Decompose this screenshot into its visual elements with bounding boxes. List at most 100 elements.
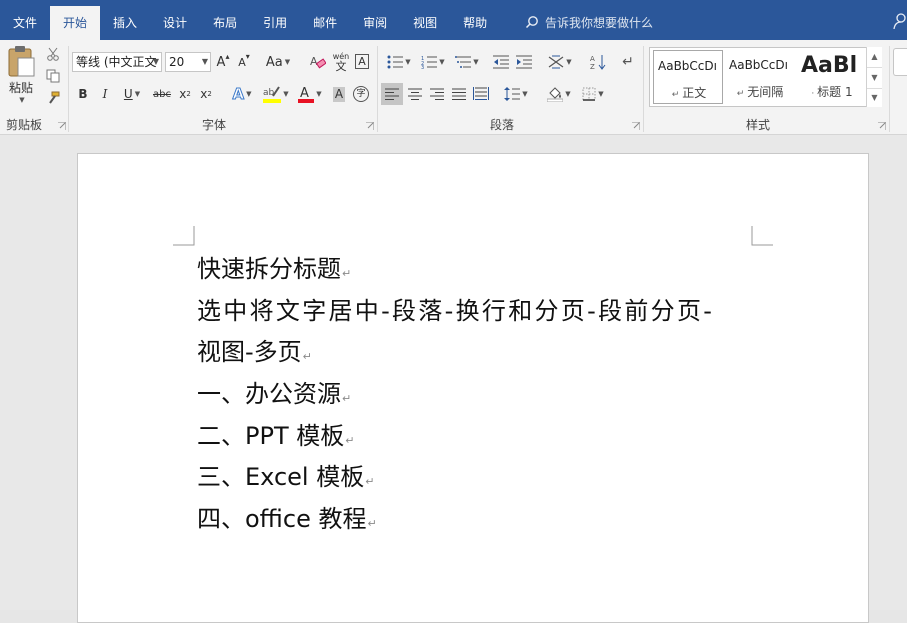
outdent-icon: [493, 55, 509, 69]
strikethrough-button[interactable]: abc: [151, 84, 173, 104]
tab-design[interactable]: 设计: [150, 6, 200, 40]
bordered-a-icon: A: [355, 53, 369, 69]
style-sample: AaBbCcDı: [658, 59, 717, 73]
clipboard-launcher-icon[interactable]: [58, 122, 66, 130]
align-left-button[interactable]: [381, 83, 403, 105]
justify-button[interactable]: [448, 83, 470, 105]
tell-me-search[interactable]: 告诉我你想要做什么: [525, 8, 653, 36]
tab-view[interactable]: 视图: [400, 6, 450, 40]
document-line[interactable]: 二、PPT 模板↵: [197, 416, 714, 458]
document-line[interactable]: 视图-多页↵: [197, 332, 714, 374]
character-shading-button[interactable]: A: [330, 84, 348, 104]
phonetic-guide-button[interactable]: wén 文: [331, 50, 351, 74]
group-divider: [68, 46, 69, 132]
chevron-down-icon: ▼: [201, 57, 208, 66]
sort-az-icon: AZ: [590, 55, 606, 70]
shrink-font-button[interactable]: A ▾: [235, 52, 253, 72]
change-case-button[interactable]: Aa ▼: [262, 52, 294, 72]
bold-button[interactable]: B: [74, 84, 92, 104]
bullets-button[interactable]: ▼: [383, 52, 415, 72]
document-line[interactable]: 四、office 教程↵: [197, 499, 714, 541]
style-name: · 标题 1: [811, 85, 853, 99]
font-size-value: 20: [169, 55, 185, 69]
document-body[interactable]: 快速拆分标题↵ 选中将文字居中-段落-换行和分页-段前分页- 视图-多页↵ 一、…: [197, 249, 714, 541]
chevron-down-icon: ▼: [566, 58, 572, 66]
tab-layout[interactable]: 布局: [200, 6, 250, 40]
italic-button[interactable]: I: [96, 84, 114, 104]
scroll-up-icon[interactable]: ▲: [867, 47, 882, 67]
user-icon[interactable]: [893, 13, 907, 29]
grow-font-button[interactable]: A ▴: [214, 52, 232, 72]
tell-me-label: 告诉我你想要做什么: [545, 15, 654, 30]
highlight-color-button[interactable]: ab ▼: [260, 82, 292, 106]
enclose-characters-button[interactable]: 字: [351, 84, 371, 104]
chevron-down-icon: ▼: [152, 57, 159, 66]
underline-button[interactable]: U ▼: [118, 84, 146, 104]
sort-button[interactable]: AZ: [588, 52, 608, 72]
document-line[interactable]: 三、Excel 模板↵: [197, 457, 714, 499]
tab-help[interactable]: 帮助: [450, 6, 500, 40]
style-sample: AaBbCcDı: [729, 58, 788, 72]
enclosed-character-icon: 字: [353, 86, 369, 102]
chinese-layout-icon: [548, 55, 564, 69]
font-name-combo[interactable]: 等线 (中文正文 ▼: [72, 52, 162, 72]
chevron-down-icon: ▼: [283, 90, 289, 98]
svg-text:ab: ab: [263, 88, 275, 98]
show-formatting-marks-button[interactable]: ↵: [618, 52, 638, 72]
tab-references[interactable]: 引用: [250, 6, 300, 40]
paragraph-mark: ↵: [367, 517, 377, 531]
tab-insert[interactable]: 插入: [100, 6, 150, 40]
style-name: ↵ 正文: [671, 86, 707, 100]
numbering-button[interactable]: 123 ▼: [417, 52, 449, 72]
format-painter-button[interactable]: [44, 89, 62, 107]
shading-button[interactable]: ▼: [543, 83, 575, 105]
decrease-indent-button[interactable]: [491, 52, 511, 72]
copy-button[interactable]: [44, 67, 62, 85]
group-divider: [643, 46, 644, 132]
borders-button[interactable]: ▼: [577, 83, 609, 105]
scroll-down-icon[interactable]: ▼: [867, 67, 882, 88]
multilevel-list-button[interactable]: ▼: [451, 52, 483, 72]
style-normal[interactable]: AaBbCcDı ↵ 正文: [653, 50, 723, 104]
copy-icon: [46, 69, 60, 83]
eraser-icon: A: [310, 55, 326, 69]
clear-formatting-button[interactable]: A: [308, 52, 328, 72]
style-no-spacing[interactable]: AaBbCcDı ↵ 无间隔: [725, 50, 795, 104]
document-line[interactable]: 一、办公资源↵: [197, 374, 714, 416]
more-styles-icon[interactable]: ▼: [867, 88, 882, 109]
tab-home[interactable]: 开始: [50, 6, 101, 40]
cut-button[interactable]: [44, 45, 62, 63]
font-size-combo[interactable]: 20 ▼: [165, 52, 211, 72]
chevron-down-icon: ▼: [246, 90, 252, 98]
font-launcher-icon[interactable]: [366, 122, 374, 130]
tab-file[interactable]: 文件: [0, 6, 50, 40]
editing-button[interactable]: [893, 48, 907, 76]
group-divider: [377, 46, 378, 132]
font-color-button[interactable]: A ▼: [295, 82, 325, 106]
subscript-button[interactable]: x2: [176, 84, 194, 104]
character-border-button[interactable]: A: [353, 52, 371, 70]
align-center-button[interactable]: [404, 83, 426, 105]
paste-label: 粘贴: [8, 81, 33, 95]
increase-indent-button[interactable]: [514, 52, 534, 72]
align-right-button[interactable]: [426, 83, 448, 105]
distributed-icon: [473, 87, 489, 100]
justify-icon: [452, 88, 466, 100]
paste-button[interactable]: 粘贴 ▼: [4, 44, 38, 110]
text-effects-button[interactable]: A ▼: [227, 84, 257, 104]
chinese-layout-button[interactable]: ▼: [545, 52, 575, 72]
clipboard-icon: [8, 46, 35, 77]
style-heading-1[interactable]: AaBl · 标题 1: [797, 50, 867, 104]
document-line[interactable]: 选中将文字居中-段落-换行和分页-段前分页-: [197, 291, 714, 333]
tab-review[interactable]: 审阅: [350, 6, 400, 40]
tab-mailings[interactable]: 邮件: [300, 6, 350, 40]
paragraph-launcher-icon[interactable]: [632, 122, 640, 130]
superscript-button[interactable]: x2: [197, 84, 215, 104]
document-line[interactable]: 快速拆分标题↵: [197, 249, 714, 291]
distributed-button[interactable]: [470, 83, 492, 105]
line-spacing-button[interactable]: ▼: [500, 83, 532, 105]
paragraph-mark: ↵: [345, 433, 355, 447]
styles-scrollbar[interactable]: ▲ ▼ ▼: [866, 47, 882, 107]
styles-launcher-icon[interactable]: [878, 122, 886, 130]
paint-bucket-icon: [547, 87, 564, 102]
